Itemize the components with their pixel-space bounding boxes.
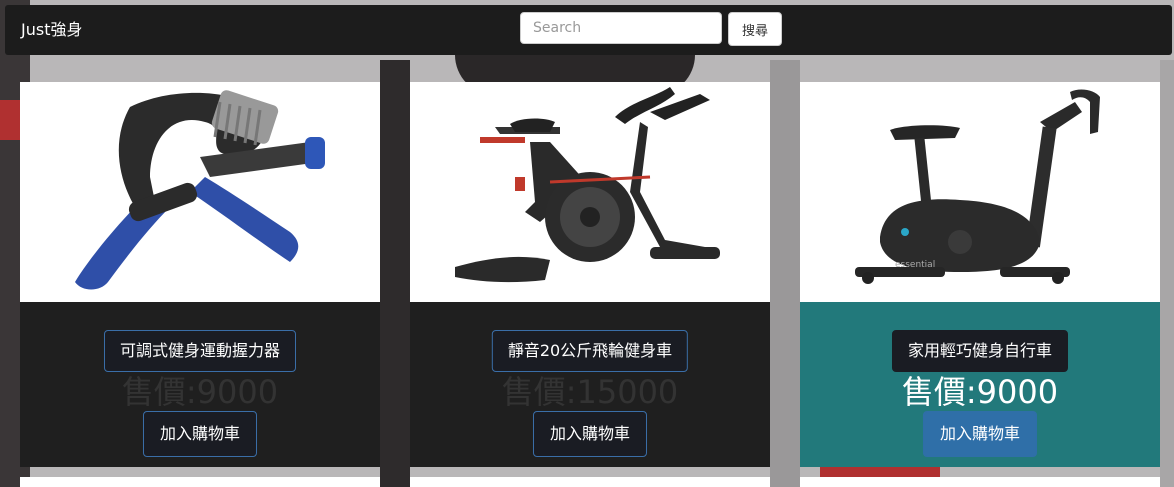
add-to-cart-button[interactable]: 加入購物車: [532, 411, 648, 457]
product-image[interactable]: [20, 82, 380, 302]
search-input[interactable]: [520, 12, 722, 44]
search-button[interactable]: 搜尋: [728, 12, 782, 46]
brand-logo[interactable]: Just強身: [21, 19, 82, 41]
hand-grip-icon: [75, 90, 325, 290]
add-to-cart-button[interactable]: 加入購物車: [922, 411, 1038, 457]
spin-bike-icon: [455, 87, 720, 283]
product-card: essential 家用輕巧健身自行車 售價:9000 加入購物車: [800, 82, 1160, 467]
product-price: 售價:9000: [121, 373, 279, 411]
product-card-next[interactable]: [20, 477, 380, 487]
product-name-button[interactable]: 可調式健身運動握力器: [103, 330, 297, 372]
product-image[interactable]: essential: [800, 82, 1160, 302]
product-card: 靜音20公斤飛輪健身車 售價:15000 加入購物車: [410, 82, 770, 467]
navbar: Just強身 搜尋: [5, 5, 1172, 55]
product-card-next[interactable]: [410, 477, 770, 487]
exercise-bike-icon: essential: [855, 89, 1100, 284]
product-name-button[interactable]: 家用輕巧健身自行車: [891, 330, 1069, 372]
product-price: 售價:15000: [501, 373, 679, 411]
product-name-button[interactable]: 靜音20公斤飛輪健身車: [491, 330, 689, 372]
product-price: 售價:9000: [901, 373, 1059, 411]
product-image[interactable]: [410, 82, 770, 302]
product-card: 可調式健身運動握力器 售價:9000 加入購物車: [20, 82, 380, 467]
product-card-next[interactable]: [800, 477, 1160, 487]
add-to-cart-button[interactable]: 加入購物車: [142, 411, 258, 457]
